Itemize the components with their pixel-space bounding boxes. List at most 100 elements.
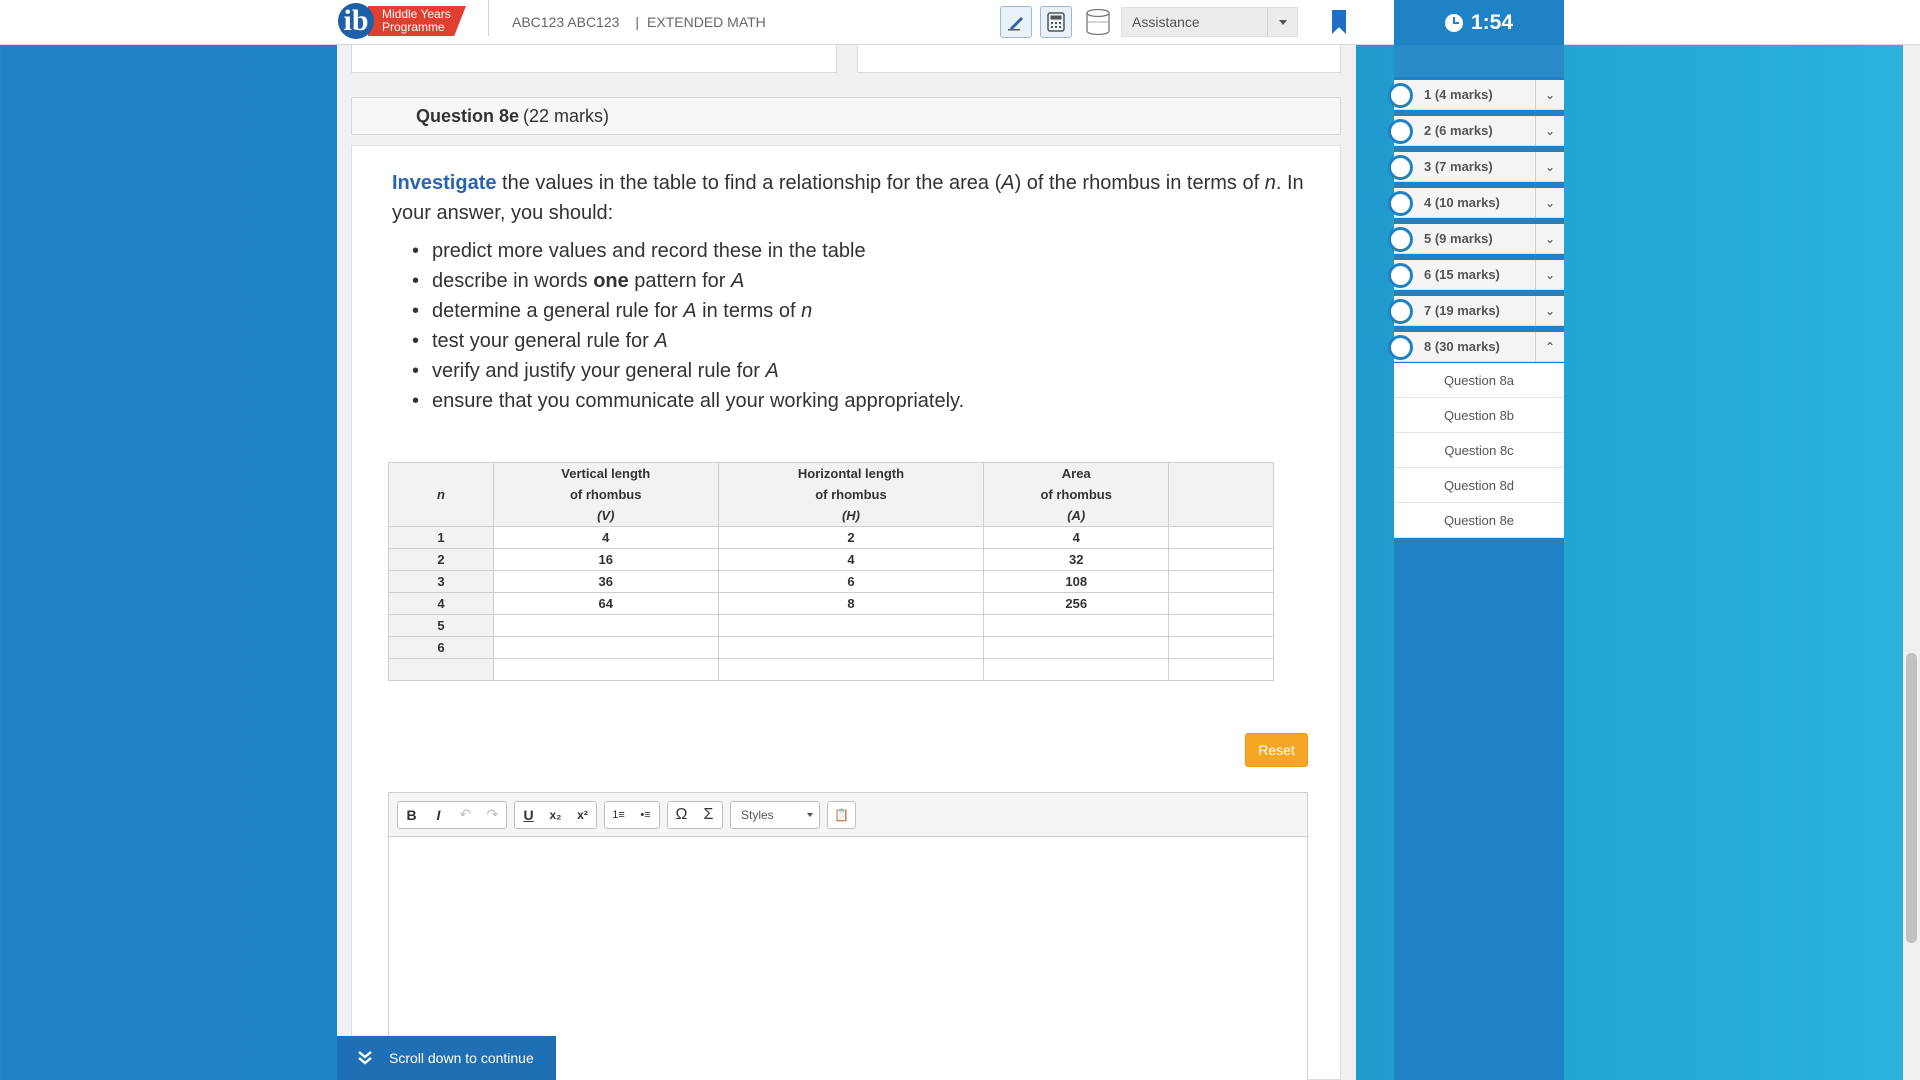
question-prompt: Investigate the values in the table to f…	[392, 168, 1312, 228]
table-cell[interactable]	[492, 614, 719, 637]
previous-card-right	[857, 45, 1341, 73]
section-label: 7 (19 marks)	[1424, 303, 1500, 318]
status-circle-icon	[1388, 263, 1413, 288]
prompt-text-2: ) of the rhombus in terms of	[1014, 172, 1265, 194]
bold-button[interactable]: B	[398, 802, 425, 828]
column-header-extra	[1168, 462, 1274, 527]
chevron-down-icon[interactable]: ⌄	[1535, 116, 1564, 145]
paste-group: 📋	[827, 800, 856, 829]
table-cell-n: 3	[388, 570, 494, 593]
assistance-label: Assistance	[1132, 14, 1200, 30]
clock-icon	[1444, 13, 1463, 32]
redo-button[interactable]: ↷	[479, 802, 506, 828]
table-cell-n[interactable]	[388, 658, 494, 681]
section-item-4[interactable]: 4 (10 marks) ⌄	[1388, 188, 1564, 218]
main-content: Question 8e (22 marks) Investigate the v…	[337, 45, 1356, 1080]
table-cell[interactable]: 16	[492, 548, 719, 571]
table-cell[interactable]: 6	[717, 570, 985, 593]
reset-button[interactable]: Reset	[1245, 733, 1308, 767]
table-cell-n: 6	[388, 636, 494, 659]
section-label: 3 (7 marks)	[1424, 159, 1493, 174]
table-cell[interactable]: 4	[717, 548, 985, 571]
chevron-down-icon[interactable]: ⌄	[1535, 296, 1564, 325]
assistance-dropdown[interactable]: Assistance	[1121, 7, 1298, 37]
column-header-n: n	[388, 462, 494, 527]
ordered-list-button[interactable]: 1≡	[605, 802, 632, 828]
scroll-down-banner[interactable]: Scroll down to continue	[337, 1036, 556, 1080]
table-cell-n: 2	[388, 548, 494, 571]
top-bar: ib Middle Years Programme ABC123 ABC123 |…	[0, 0, 1920, 45]
table-cell[interactable]	[1168, 592, 1274, 615]
table-cell[interactable]: 4	[492, 526, 719, 549]
bullet-list-button[interactable]: •≡	[632, 802, 659, 828]
table-cell[interactable]	[1168, 614, 1274, 637]
section-item-7[interactable]: 7 (19 marks) ⌄	[1388, 296, 1564, 326]
table-cell[interactable]	[983, 614, 1170, 637]
chevron-down-icon[interactable]: ⌄	[1535, 152, 1564, 181]
list-item: describe in words one pattern for A	[392, 266, 1312, 296]
table-cell[interactable]	[983, 658, 1170, 681]
section-item-1[interactable]: 1 (4 marks) ⌄	[1388, 80, 1564, 110]
section-item-8[interactable]: 8 (30 marks) ⌃	[1388, 332, 1564, 362]
subscript-button[interactable]: x₂	[542, 802, 569, 828]
table-cell[interactable]	[717, 614, 985, 637]
section-label: 6 (15 marks)	[1424, 267, 1500, 282]
paste-icon[interactable]: 📋	[828, 802, 855, 828]
section-item-6[interactable]: 6 (15 marks) ⌄	[1388, 260, 1564, 290]
table-cell[interactable]	[1168, 658, 1274, 681]
table-cell[interactable]: 32	[983, 548, 1170, 571]
chevron-up-icon[interactable]: ⌃	[1535, 332, 1564, 361]
chevron-down-icon[interactable]: ⌄	[1535, 224, 1564, 253]
subquestion-item-8a[interactable]: Question 8a	[1394, 363, 1564, 398]
undo-button[interactable]: ↶	[452, 802, 479, 828]
table-cell[interactable]: 2	[717, 526, 985, 549]
page-scrollbar[interactable]	[1903, 45, 1920, 1080]
table-cell[interactable]	[717, 636, 985, 659]
table-cell[interactable]	[492, 658, 719, 681]
sigma-button[interactable]: Σ	[695, 802, 722, 828]
subquestion-item-8e[interactable]: Question 8e	[1394, 503, 1564, 538]
subquestion-item-8d[interactable]: Question 8d	[1394, 468, 1564, 503]
italic-button[interactable]: I	[425, 802, 452, 828]
chevron-down-icon[interactable]: ⌄	[1535, 80, 1564, 109]
table-cell[interactable]	[1168, 526, 1274, 549]
table-cell[interactable]	[983, 636, 1170, 659]
format-group: B I ↶ ↷	[397, 800, 507, 829]
table-row: 1 4 2 4	[388, 526, 1274, 549]
scroll-banner-label: Scroll down to continue	[389, 1050, 534, 1066]
section-item-3[interactable]: 3 (7 marks) ⌄	[1388, 152, 1564, 182]
styles-dropdown[interactable]: Styles	[730, 800, 820, 829]
subquestion-item-8b[interactable]: Question 8b	[1394, 398, 1564, 433]
status-circle-icon	[1388, 191, 1413, 216]
column-header-horizontal: Horizontal length of rhombus (H)	[717, 462, 985, 527]
subquestion-item-8c[interactable]: Question 8c	[1394, 433, 1564, 468]
table-cell[interactable]: 4	[983, 526, 1170, 549]
chevron-down-icon	[1267, 8, 1297, 36]
table-cell[interactable]	[492, 636, 719, 659]
list-item: determine a general rule for A in terms …	[392, 296, 1312, 326]
pen-tool-button[interactable]	[1000, 6, 1032, 38]
table-cell[interactable]: 8	[717, 592, 985, 615]
cylinder-tool-button[interactable]	[1082, 6, 1114, 38]
chevron-down-icon[interactable]: ⌄	[1535, 260, 1564, 289]
table-row	[388, 658, 1274, 681]
section-item-2[interactable]: 2 (6 marks) ⌄	[1388, 116, 1564, 146]
table-cell[interactable]	[717, 658, 985, 681]
prompt-var-n: n	[1264, 172, 1276, 194]
table-cell[interactable]: 36	[492, 570, 719, 593]
scrollbar-thumb[interactable]	[1906, 653, 1917, 943]
bookmark-icon[interactable]	[1332, 10, 1346, 34]
table-cell[interactable]	[1168, 636, 1274, 659]
table-cell[interactable]: 256	[983, 592, 1170, 615]
table-cell[interactable]: 108	[983, 570, 1170, 593]
underline-button[interactable]: U	[515, 802, 542, 828]
section-item-5[interactable]: 5 (9 marks) ⌄	[1388, 224, 1564, 254]
superscript-button[interactable]: x²	[569, 802, 596, 828]
table-cell[interactable]	[1168, 570, 1274, 593]
chevron-down-icon[interactable]: ⌄	[1535, 188, 1564, 217]
table-cell[interactable]: 64	[492, 592, 719, 615]
calculator-tool-button[interactable]	[1040, 6, 1072, 38]
omega-button[interactable]: Ω	[668, 802, 695, 828]
table-cell[interactable]	[1168, 548, 1274, 571]
prompt-text-1: the values in the table to find a relati…	[496, 172, 1002, 194]
